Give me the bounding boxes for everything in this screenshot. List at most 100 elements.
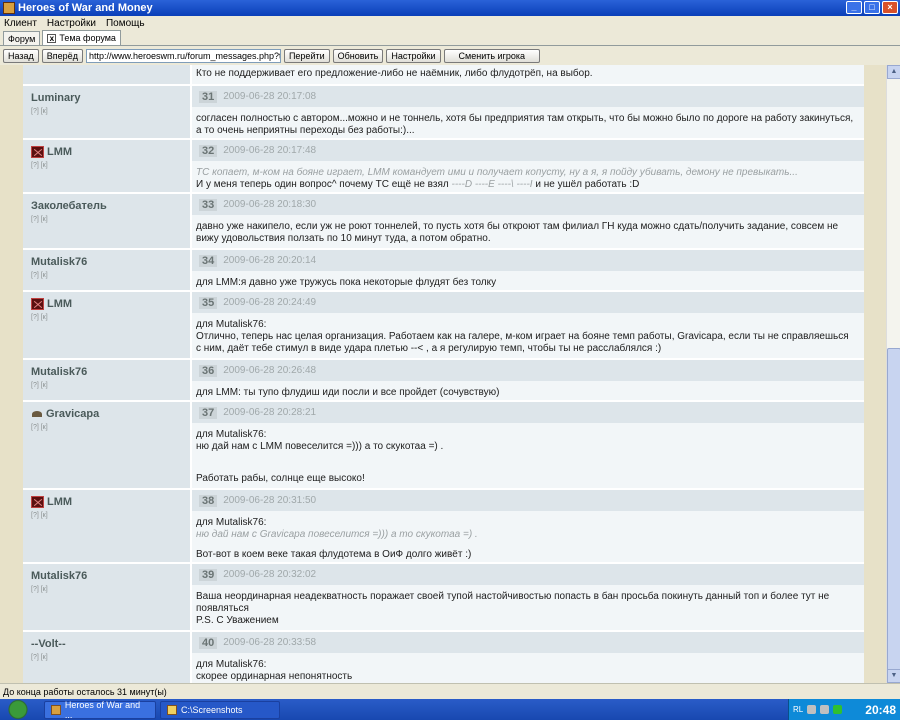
post-header: 37 2009-06-28 20:28:21: [192, 402, 864, 423]
post-header: 36 2009-06-28 20:26:48: [192, 360, 864, 381]
author-column: LMM [?] [к]: [23, 292, 190, 358]
settings-button[interactable]: Настройки: [386, 49, 441, 63]
post-line: скорее ординарная непонятность: [196, 671, 353, 682]
author-name[interactable]: Заколебатель: [31, 200, 190, 212]
scroll-up-icon[interactable]: ▲: [887, 65, 900, 79]
start-button[interactable]: [0, 699, 40, 720]
switch-player-button[interactable]: Сменить игрока: [443, 49, 540, 63]
back-button[interactable]: Назад: [3, 49, 39, 63]
post-date: 2009-06-28 20:18:30: [223, 199, 317, 210]
post-header: 33 2009-06-28 20:18:30: [192, 194, 864, 215]
post-text: для LMM:я давно уже тружусь пока некотор…: [196, 277, 497, 288]
author-label[interactable]: Gravicapa: [46, 408, 99, 420]
post-number[interactable]: 35: [199, 296, 218, 309]
author-name[interactable]: Mutalisk76: [31, 570, 190, 582]
author-label[interactable]: LMM: [47, 146, 72, 158]
author-label[interactable]: Mutalisk76: [31, 256, 87, 268]
post-text: давно уже накипело, если уж не роют тонн…: [196, 221, 839, 244]
author-name[interactable]: LMM: [31, 298, 190, 310]
author-links[interactable]: [?] [к]: [31, 424, 190, 431]
author-links[interactable]: [?] [к]: [31, 512, 190, 519]
refresh-button[interactable]: Обновить: [332, 49, 384, 63]
author-label[interactable]: Заколебатель: [31, 200, 107, 212]
post-body: 40 2009-06-28 20:33:58 для Mutalisk76: с…: [190, 632, 864, 683]
author-name[interactable]: Mutalisk76: [31, 256, 190, 268]
forum-post: Gravicapa [?] [к] 37 2009-06-28 20:28:21…: [23, 402, 864, 490]
post-body: 31 2009-06-28 20:17:08 согласен полность…: [190, 86, 864, 138]
post-number[interactable]: 39: [199, 568, 218, 581]
clan-icon[interactable]: [31, 496, 44, 508]
url-input[interactable]: http://www.heroeswm.ru/forum_messages.ph…: [85, 49, 281, 63]
menu-settings[interactable]: Настройки: [47, 18, 96, 29]
security-icon[interactable]: [833, 705, 843, 714]
clock[interactable]: 20:48: [865, 703, 900, 717]
author-links[interactable]: [?] [к]: [31, 382, 190, 389]
author-links[interactable]: [?] [к]: [31, 654, 190, 661]
post-number[interactable]: 34: [199, 254, 218, 267]
author-name[interactable]: Gravicapa: [31, 408, 190, 420]
author-column: --Volt-- [?] [к]: [23, 632, 190, 683]
taskbar-item-screenshots[interactable]: C:\Screenshots: [160, 700, 280, 719]
volume-icon[interactable]: [807, 705, 817, 714]
menu-help[interactable]: Помощь: [106, 18, 145, 29]
window-title: Heroes of War and Money: [18, 2, 153, 14]
post-addressee: для Mutalisk76:: [196, 659, 267, 670]
close-button[interactable]: ×: [882, 1, 898, 14]
post-text: для LMM: ты тупо флудиш иди посли и все …: [196, 387, 500, 398]
tab-forum[interactable]: Форум: [3, 31, 41, 45]
author-label[interactable]: Mutalisk76: [31, 570, 87, 582]
taskbar-item-heroes[interactable]: Heroes of War and ...: [44, 700, 156, 720]
author-links[interactable]: [?] [к]: [31, 108, 190, 115]
author-name[interactable]: LMM: [31, 496, 190, 508]
forward-button[interactable]: Вперёд: [41, 49, 83, 63]
clan-icon[interactable]: [31, 146, 44, 158]
post-body: 34 2009-06-28 20:20:14 для LMM:я давно у…: [190, 250, 864, 290]
post-number[interactable]: 31: [199, 90, 218, 103]
minimize-button[interactable]: _: [846, 1, 862, 14]
go-button[interactable]: Перейти: [283, 49, 330, 63]
author-column: Mutalisk76 [?] [к]: [23, 250, 190, 290]
post-number[interactable]: 37: [199, 406, 218, 419]
author-name[interactable]: --Volt--: [31, 638, 190, 650]
forum-post: Mutalisk76 [?] [к] 39 2009-06-28 20:32:0…: [23, 564, 864, 632]
post-line-end: и не ушёл работать :D: [535, 179, 640, 190]
vertical-scrollbar[interactable]: ▲ ▼: [886, 65, 900, 683]
author-name[interactable]: Luminary: [31, 92, 190, 104]
author-label[interactable]: LMM: [47, 298, 72, 310]
folder-icon: [167, 704, 177, 715]
post-number[interactable]: 40: [199, 636, 218, 649]
post-number[interactable]: 38: [199, 494, 218, 507]
post-text: согласен полностью с автором...можно и н…: [196, 113, 854, 136]
author-links[interactable]: [?] [к]: [31, 586, 190, 593]
post-text: ТС копает, м-ком на бояне играет, LMM ко…: [192, 161, 864, 195]
close-tab-icon[interactable]: x: [47, 33, 57, 43]
author-name[interactable]: Mutalisk76: [31, 366, 190, 378]
maximize-button[interactable]: □: [864, 1, 880, 14]
scroll-down-icon[interactable]: ▼: [887, 669, 900, 683]
network-icon[interactable]: [820, 705, 830, 714]
author-name[interactable]: LMM: [31, 146, 190, 158]
author-label[interactable]: Mutalisk76: [31, 366, 87, 378]
forum-post: Заколебатель [?] [к] 33 2009-06-28 20:18…: [23, 194, 864, 250]
post-number[interactable]: 36: [199, 364, 218, 377]
forum-post: LMM [?] [к] 32 2009-06-28 20:17:48 ТС ко…: [23, 140, 864, 194]
language-indicator[interactable]: RL: [793, 705, 803, 714]
author-label[interactable]: Luminary: [31, 92, 81, 104]
author-column: Luminary [?] [к]: [23, 86, 190, 138]
author-links[interactable]: [?] [к]: [31, 216, 190, 223]
scroll-thumb[interactable]: [887, 348, 900, 674]
author-links[interactable]: [?] [к]: [31, 162, 190, 169]
tab-forum-topic[interactable]: x Тема форума: [42, 30, 121, 45]
author-links[interactable]: [?] [к]: [31, 272, 190, 279]
post-number[interactable]: 33: [199, 198, 218, 211]
author-label[interactable]: LMM: [47, 496, 72, 508]
post-body: 32 2009-06-28 20:17:48 ТС копает, м-ком …: [190, 140, 864, 192]
content-area: Кто не поддерживает его предложение-либо…: [0, 65, 900, 683]
author-links[interactable]: [?] [к]: [31, 314, 190, 321]
menu-client[interactable]: Клиент: [4, 18, 37, 29]
clan-icon[interactable]: [31, 298, 44, 310]
clan-icon[interactable]: [31, 409, 43, 419]
author-label[interactable]: --Volt--: [31, 638, 66, 650]
post-header: 38 2009-06-28 20:31:50: [192, 490, 864, 511]
post-number[interactable]: 32: [199, 144, 218, 157]
